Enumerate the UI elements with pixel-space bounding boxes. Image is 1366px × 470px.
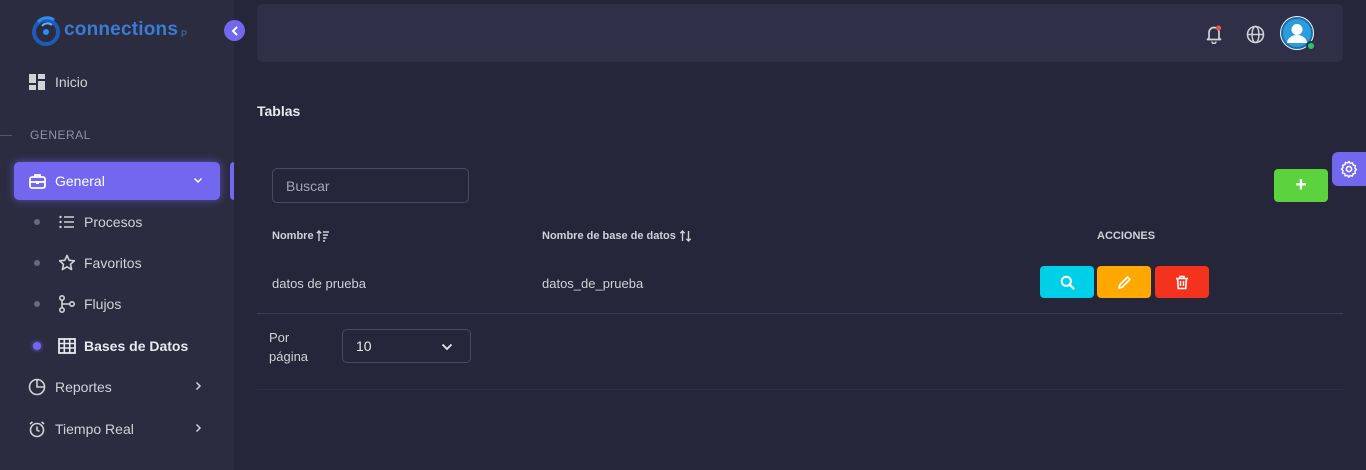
brand-logo[interactable]: connections P bbox=[30, 12, 200, 48]
active-indicator bbox=[230, 162, 234, 200]
pie-chart-icon bbox=[28, 378, 46, 396]
top-navbar bbox=[257, 4, 1343, 62]
sidebar-subitem-favoritos[interactable]: Favoritos bbox=[30, 249, 142, 277]
star-icon bbox=[58, 254, 76, 272]
bullet-dot bbox=[33, 342, 41, 350]
cell-base: datos_de_prueba bbox=[542, 276, 644, 291]
sidebar-subitem-flujos[interactable]: Flujos bbox=[30, 290, 121, 318]
chevron-right-icon bbox=[195, 381, 202, 391]
bell-icon bbox=[1206, 25, 1222, 44]
search-icon bbox=[1060, 275, 1075, 290]
notifications-button[interactable] bbox=[1204, 24, 1224, 44]
brand-suffix: P bbox=[181, 29, 188, 39]
chevron-left-icon bbox=[231, 26, 237, 35]
customizer-toggle-button[interactable] bbox=[1332, 152, 1366, 186]
sidebar-item-label: General bbox=[55, 173, 105, 189]
column-header-acciones: ACCIONES bbox=[1097, 230, 1155, 242]
chevron-down-icon bbox=[193, 177, 203, 184]
pencil-icon bbox=[1117, 275, 1131, 289]
sidebar-item-label: Tiempo Real bbox=[55, 421, 134, 437]
gear-icon bbox=[1340, 160, 1358, 178]
sidebar-subitem-label: Bases de Datos bbox=[84, 338, 189, 354]
sort-ascending-icon bbox=[315, 230, 329, 242]
online-status-dot bbox=[1306, 41, 1316, 51]
section-label-general: GENERAL bbox=[30, 128, 91, 142]
table-icon bbox=[58, 337, 76, 355]
page-title: Tablas bbox=[257, 103, 301, 119]
git-branch-icon bbox=[58, 295, 76, 313]
language-button[interactable] bbox=[1245, 24, 1265, 44]
briefcase-icon bbox=[28, 172, 46, 190]
bullet-dot bbox=[34, 301, 40, 307]
column-header-base[interactable]: Nombre de base de datos bbox=[542, 230, 692, 242]
column-header-label: Nombre de base de datos bbox=[542, 230, 676, 242]
search-input[interactable] bbox=[272, 168, 469, 203]
sidebar-item-label: Inicio bbox=[55, 74, 88, 90]
chevron-right-icon bbox=[195, 423, 202, 433]
per-page-value: 10 bbox=[356, 338, 372, 354]
sidebar-item-general[interactable]: General bbox=[14, 162, 220, 200]
sidebar-subitem-label: Procesos bbox=[84, 214, 143, 230]
collapse-sidebar-button[interactable] bbox=[224, 20, 245, 41]
column-header-label: Nombre bbox=[272, 230, 314, 242]
sidebar-subitem-label: Favoritos bbox=[84, 255, 142, 271]
bullet-dot bbox=[34, 219, 40, 225]
sidebar-subitem-procesos[interactable]: Procesos bbox=[30, 208, 142, 236]
sidebar-item-tiempo-real[interactable]: Tiempo Real bbox=[14, 410, 220, 448]
chevron-down-icon bbox=[441, 343, 453, 351]
per-page-select[interactable]: 10 bbox=[342, 329, 471, 363]
brand-mark-icon bbox=[32, 16, 60, 46]
sidebar-item-inicio[interactable]: Inicio bbox=[14, 63, 220, 101]
delete-button[interactable] bbox=[1155, 266, 1209, 298]
sidebar-subitem-label: Flujos bbox=[84, 296, 122, 312]
alarm-clock-icon bbox=[28, 420, 46, 438]
list-icon bbox=[58, 213, 76, 231]
edit-button[interactable] bbox=[1097, 266, 1151, 298]
bullet-dot bbox=[34, 260, 40, 266]
brand-name: connections bbox=[64, 19, 179, 40]
trash-icon bbox=[1176, 275, 1188, 289]
sidebar: connections P Inicio GENERAL General Pro… bbox=[0, 0, 245, 470]
dashboard-icon bbox=[28, 73, 46, 91]
globe-icon bbox=[1246, 25, 1264, 43]
per-page-label-line: Por bbox=[269, 330, 290, 345]
per-page-label-line: página bbox=[269, 349, 309, 364]
column-header-nombre[interactable]: Nombre bbox=[272, 230, 330, 242]
row-divider bbox=[257, 313, 1343, 314]
cell-nombre: datos de prueba bbox=[272, 276, 366, 291]
section-divider bbox=[0, 135, 12, 136]
sidebar-subitem-bases-de-datos[interactable]: Bases de Datos bbox=[30, 332, 188, 360]
view-button[interactable] bbox=[1040, 266, 1094, 298]
sort-icon bbox=[679, 230, 692, 242]
add-button[interactable]: + bbox=[1274, 169, 1328, 202]
column-header-label: ACCIONES bbox=[1097, 230, 1156, 242]
per-page-label: Por página bbox=[269, 328, 308, 366]
sidebar-item-reportes[interactable]: Reportes bbox=[14, 368, 220, 406]
sidebar-item-label: Reportes bbox=[55, 379, 112, 395]
